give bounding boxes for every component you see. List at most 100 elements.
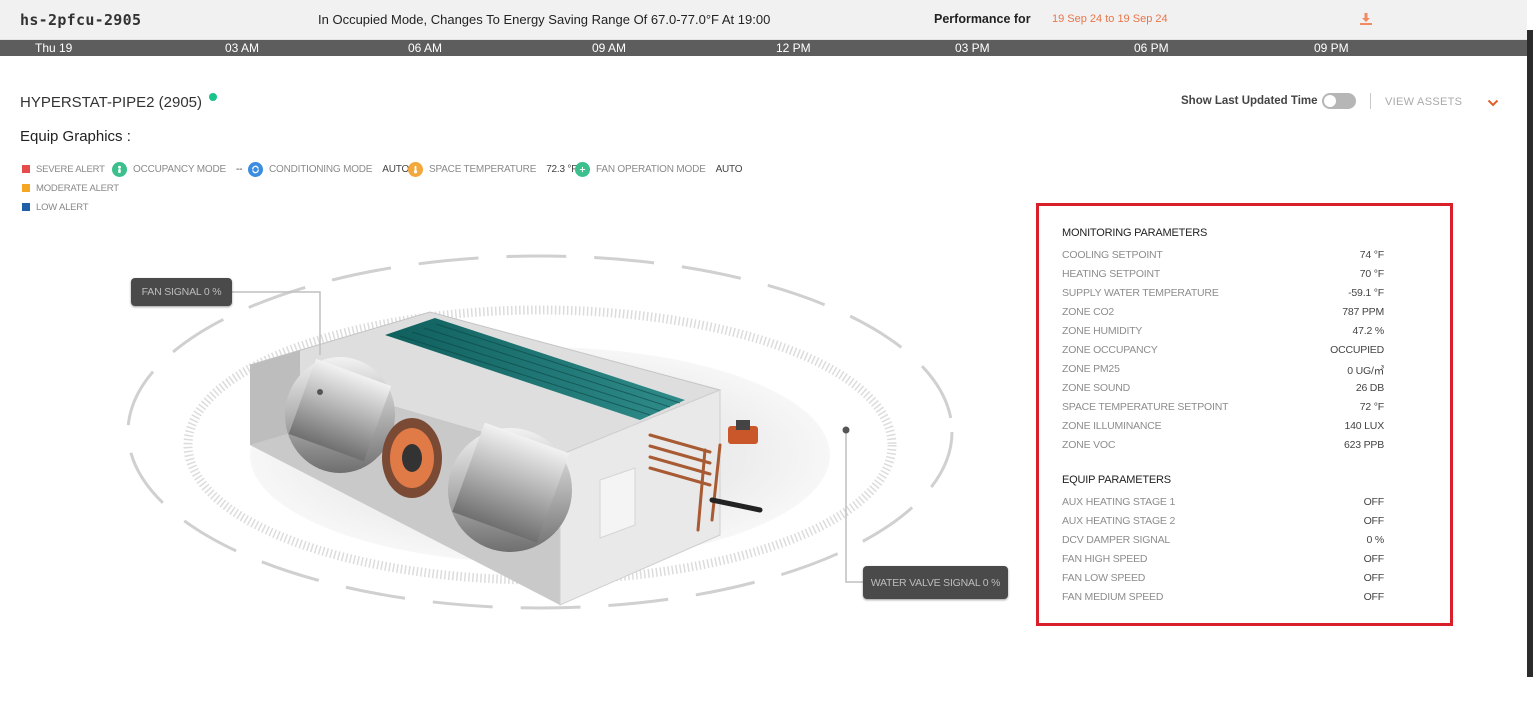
- equip-title: HYPERSTAT-PIPE2 (2905): [20, 94, 203, 111]
- equip-parameters-heading: EQUIP PARAMETERS: [1062, 474, 1171, 486]
- param-value: OFF: [1363, 496, 1385, 508]
- fan-icon: [575, 161, 590, 177]
- param-row-aux-heating-stage-1: AUX HEATING STAGE 1 OFF: [1062, 496, 1384, 510]
- status-label: FAN OPERATION MODE: [596, 163, 706, 175]
- fan-signal-callout[interactable]: FAN SIGNAL 0 %: [131, 278, 232, 306]
- param-label: ZONE CO2: [1062, 306, 1115, 318]
- performance-label: Performance for: [934, 12, 1031, 26]
- legend-label: MODERATE ALERT: [36, 183, 119, 194]
- equip-graphics-heading: Equip Graphics :: [20, 128, 131, 145]
- param-row-zone-pm25: ZONE PM25 0 UG/㎥: [1062, 363, 1384, 377]
- status-fan-operation-mode: FAN OPERATION MODE AUTO: [575, 160, 743, 178]
- status-value: 72.3 °F: [546, 163, 578, 175]
- timeline-tick: 03 PM: [955, 41, 990, 55]
- status-value: AUTO: [715, 163, 743, 175]
- chevron-down-icon[interactable]: [1487, 96, 1499, 108]
- param-value: 26 DB: [1355, 382, 1384, 394]
- param-value: OCCUPIED: [1330, 344, 1384, 356]
- param-row-supply-water-temperature: SUPPLY WATER TEMPERATURE -59.1 °F: [1062, 287, 1384, 301]
- low-alert-swatch: [22, 203, 30, 211]
- timeline-tick: 12 PM: [776, 41, 811, 55]
- status-value: --: [235, 163, 243, 175]
- status-conditioning-mode: CONDITIONING MODE AUTO: [248, 160, 409, 178]
- legend-label: SEVERE ALERT: [36, 164, 105, 175]
- schedule-message: In Occupied Mode, Changes To Energy Savi…: [318, 12, 771, 27]
- status-label: OCCUPANCY MODE: [133, 163, 226, 175]
- timeline-tick: 06 AM: [408, 41, 443, 55]
- status-occupancy-mode: OCCUPANCY MODE --: [112, 160, 242, 178]
- param-row-zone-humidity: ZONE HUMIDITY 47.2 %: [1062, 325, 1384, 339]
- status-space-temperature: SPACE TEMPERATURE 72.3 °F: [408, 160, 577, 178]
- scrollbar[interactable]: [1527, 30, 1533, 677]
- param-value: 140 LUX: [1344, 420, 1385, 432]
- param-label: ZONE VOC: [1062, 439, 1116, 451]
- show-last-updated-toggle[interactable]: [1322, 93, 1356, 109]
- site-name: hs-2pfcu-2905: [20, 11, 142, 29]
- param-value: 623 PPB: [1343, 439, 1384, 451]
- param-value: OFF: [1363, 591, 1385, 603]
- severe-alert-swatch: [22, 165, 30, 173]
- timeline-tick: 03 AM: [225, 41, 260, 55]
- legend-moderate-alert: MODERATE ALERT: [22, 183, 119, 194]
- timeline-tick: 06 PM: [1134, 41, 1169, 55]
- top-header: hs-2pfcu-2905 In Occupied Mode, Changes …: [0, 0, 1527, 40]
- param-value: 787 PPM: [1342, 306, 1384, 318]
- param-label: AUX HEATING STAGE 1: [1062, 496, 1176, 508]
- status-value: AUTO: [382, 163, 410, 175]
- performance-date-range[interactable]: 19 Sep 24 to 19 Sep 24: [1052, 13, 1168, 25]
- param-row-zone-illuminance: ZONE ILLUMINANCE 140 LUX: [1062, 420, 1384, 434]
- param-value: -59.1 °F: [1348, 287, 1384, 299]
- download-icon[interactable]: [1358, 11, 1374, 27]
- param-row-cooling-setpoint: COOLING SETPOINT 74 °F: [1062, 249, 1384, 263]
- param-label: ZONE OCCUPANCY: [1062, 344, 1158, 356]
- conditioning-icon: [248, 161, 263, 177]
- param-label: FAN MEDIUM SPEED: [1062, 591, 1164, 603]
- param-value: 74 °F: [1359, 249, 1384, 261]
- param-label: FAN HIGH SPEED: [1062, 553, 1148, 565]
- view-assets-link[interactable]: VIEW ASSETS: [1385, 96, 1462, 108]
- param-value: OFF: [1363, 515, 1385, 527]
- param-row-zone-sound: ZONE SOUND 26 DB: [1062, 382, 1384, 396]
- param-row-zone-co2: ZONE CO2 787 PPM: [1062, 306, 1384, 320]
- param-row-zone-occupancy: ZONE OCCUPANCY OCCUPIED: [1062, 344, 1384, 358]
- param-row-heating-setpoint: HEATING SETPOINT 70 °F: [1062, 268, 1384, 282]
- occupancy-icon: [112, 161, 127, 177]
- param-label: AUX HEATING STAGE 2: [1062, 515, 1176, 527]
- param-label: FAN LOW SPEED: [1062, 572, 1146, 584]
- toggle-knob: [1324, 95, 1336, 107]
- param-value: 70 °F: [1359, 268, 1384, 280]
- monitoring-parameters-heading: MONITORING PARAMETERS: [1062, 227, 1208, 239]
- param-label: ZONE PM25: [1062, 363, 1120, 375]
- water-valve-signal-callout[interactable]: WATER VALVE SIGNAL 0 %: [863, 566, 1008, 599]
- legend-low-alert: LOW ALERT: [22, 202, 89, 213]
- param-row-fan-low-speed: FAN LOW SPEED OFF: [1062, 572, 1384, 586]
- param-label: HEATING SETPOINT: [1062, 268, 1161, 280]
- timeline-strip[interactable]: Thu 19 03 AM 06 AM 09 AM 12 PM 03 PM 06 …: [0, 40, 1527, 56]
- param-label: DCV DAMPER SIGNAL: [1062, 534, 1171, 546]
- timeline-tick: 09 AM: [592, 41, 627, 55]
- param-label: ZONE SOUND: [1062, 382, 1131, 394]
- fcu-illustration: [126, 254, 954, 610]
- show-last-updated-label: Show Last Updated Time: [1181, 95, 1318, 107]
- param-value: 0 UG/㎥: [1347, 365, 1384, 377]
- param-row-space-temperature-setpoint: SPACE TEMPERATURE SETPOINT 72 °F: [1062, 401, 1384, 415]
- param-label: SPACE TEMPERATURE SETPOINT: [1062, 401, 1229, 413]
- online-status-dot: [209, 93, 217, 101]
- thermometer-icon: [408, 161, 423, 177]
- moderate-alert-swatch: [22, 184, 30, 192]
- fcu-equipment-graphic: FAN SIGNAL 0 % WATER VALVE SIGNAL 0 %: [100, 240, 1020, 670]
- param-row-zone-voc: ZONE VOC 623 PPB: [1062, 439, 1384, 453]
- timeline-tick: 09 PM: [1314, 41, 1349, 55]
- param-value: OFF: [1363, 553, 1385, 565]
- monitoring-parameters-panel: MONITORING PARAMETERS COOLING SETPOINT 74…: [1036, 203, 1453, 626]
- timeline-tick: Thu 19: [35, 41, 73, 55]
- legend-label: LOW ALERT: [36, 202, 89, 213]
- status-label: SPACE TEMPERATURE: [429, 163, 537, 175]
- param-label: SUPPLY WATER TEMPERATURE: [1062, 287, 1219, 299]
- param-label: ZONE HUMIDITY: [1062, 325, 1143, 337]
- param-row-fan-medium-speed: FAN MEDIUM SPEED OFF: [1062, 591, 1384, 605]
- param-row-dcv-damper-signal: DCV DAMPER SIGNAL 0 %: [1062, 534, 1384, 548]
- status-label: CONDITIONING MODE: [269, 163, 373, 175]
- param-label: COOLING SETPOINT: [1062, 249, 1163, 261]
- param-value: OFF: [1363, 572, 1385, 584]
